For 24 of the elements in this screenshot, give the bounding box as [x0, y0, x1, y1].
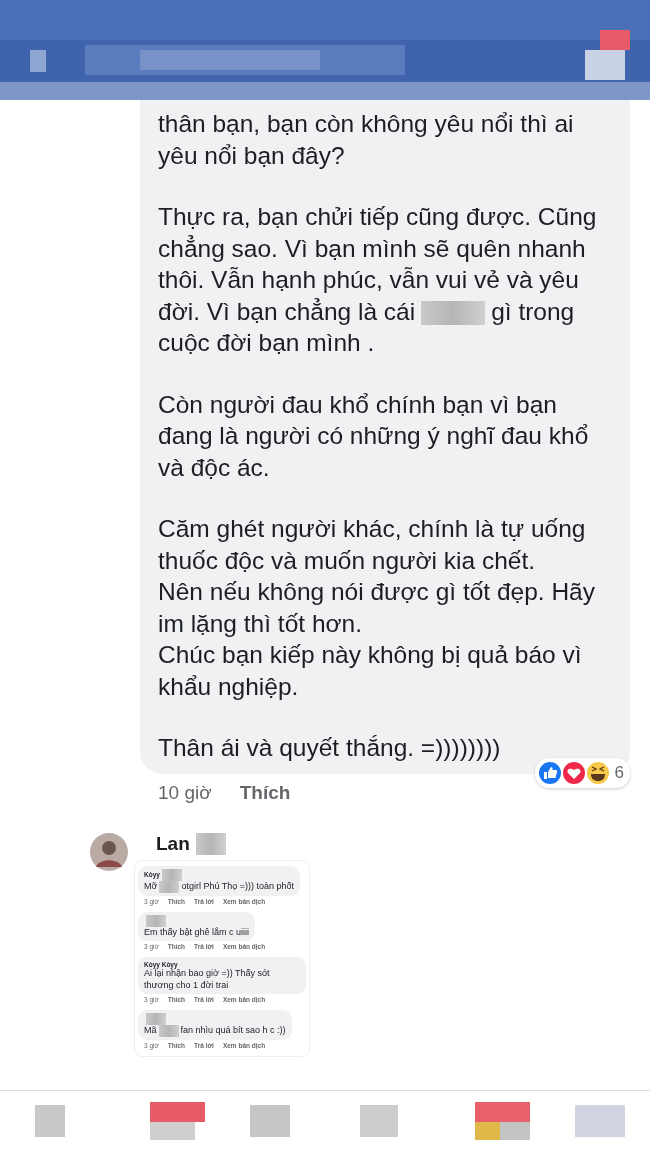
- redaction-block: [146, 1013, 166, 1025]
- reply-text: Mỡ: [144, 880, 158, 891]
- avatar[interactable]: [90, 832, 128, 871]
- reply-text: Mã: [144, 1025, 157, 1036]
- comment-text: cuộc đời bạn mình .: [158, 328, 376, 358]
- comment-text: đời. Vì bạn chẳng là cái: [158, 297, 416, 325]
- comment-text: Thân ái và quyết thắng. =)))))))): [158, 733, 502, 763]
- comment-text: thân bạn, bạn còn không yêu nổi thì ai yêu nổi bạn đây?: [158, 109, 575, 171]
- reply-text: Ai lại nhận bao giờ =)) Thấy sót thương cho 1 đời trai: [144, 968, 271, 991]
- redaction-block: [421, 301, 486, 326]
- like-link[interactable]: Thích: [239, 781, 291, 804]
- redaction-block: [161, 868, 182, 881]
- reply-text: fan nhìu quá bít sao h c :)): [180, 1025, 286, 1036]
- redaction-block: [158, 1025, 179, 1037]
- comment-text: Còn người đau khổ chính bạn vì bạn đang là người có những ý nghĩ đau khổ và độc ác.: [158, 389, 590, 483]
- reply-text: otgirl Phú Thọ =))) toàn phốt: [181, 880, 295, 891]
- redaction-block: [195, 832, 226, 855]
- comment-text: Căm ghét người khác, chính là tự uống thuốc độc và muốn người kia chết. Nên nếu không nói được gì tốt đẹp. Hãy im lặng thì tốt hơn. Chúc bạn kiếp này không bị quả báo vì khẩu nghiệp.: [158, 514, 596, 702]
- comment-time: 10 giờ: [158, 781, 212, 804]
- reaction-summary[interactable]: 6: [534, 757, 630, 788]
- redaction-block: [146, 914, 166, 927]
- comment-text: gì trong: [491, 297, 575, 325]
- reply-text: Em thấy bật ghê lắm c uiiii: [144, 926, 250, 938]
- commenter-name[interactable]: Lan: [156, 832, 190, 855]
